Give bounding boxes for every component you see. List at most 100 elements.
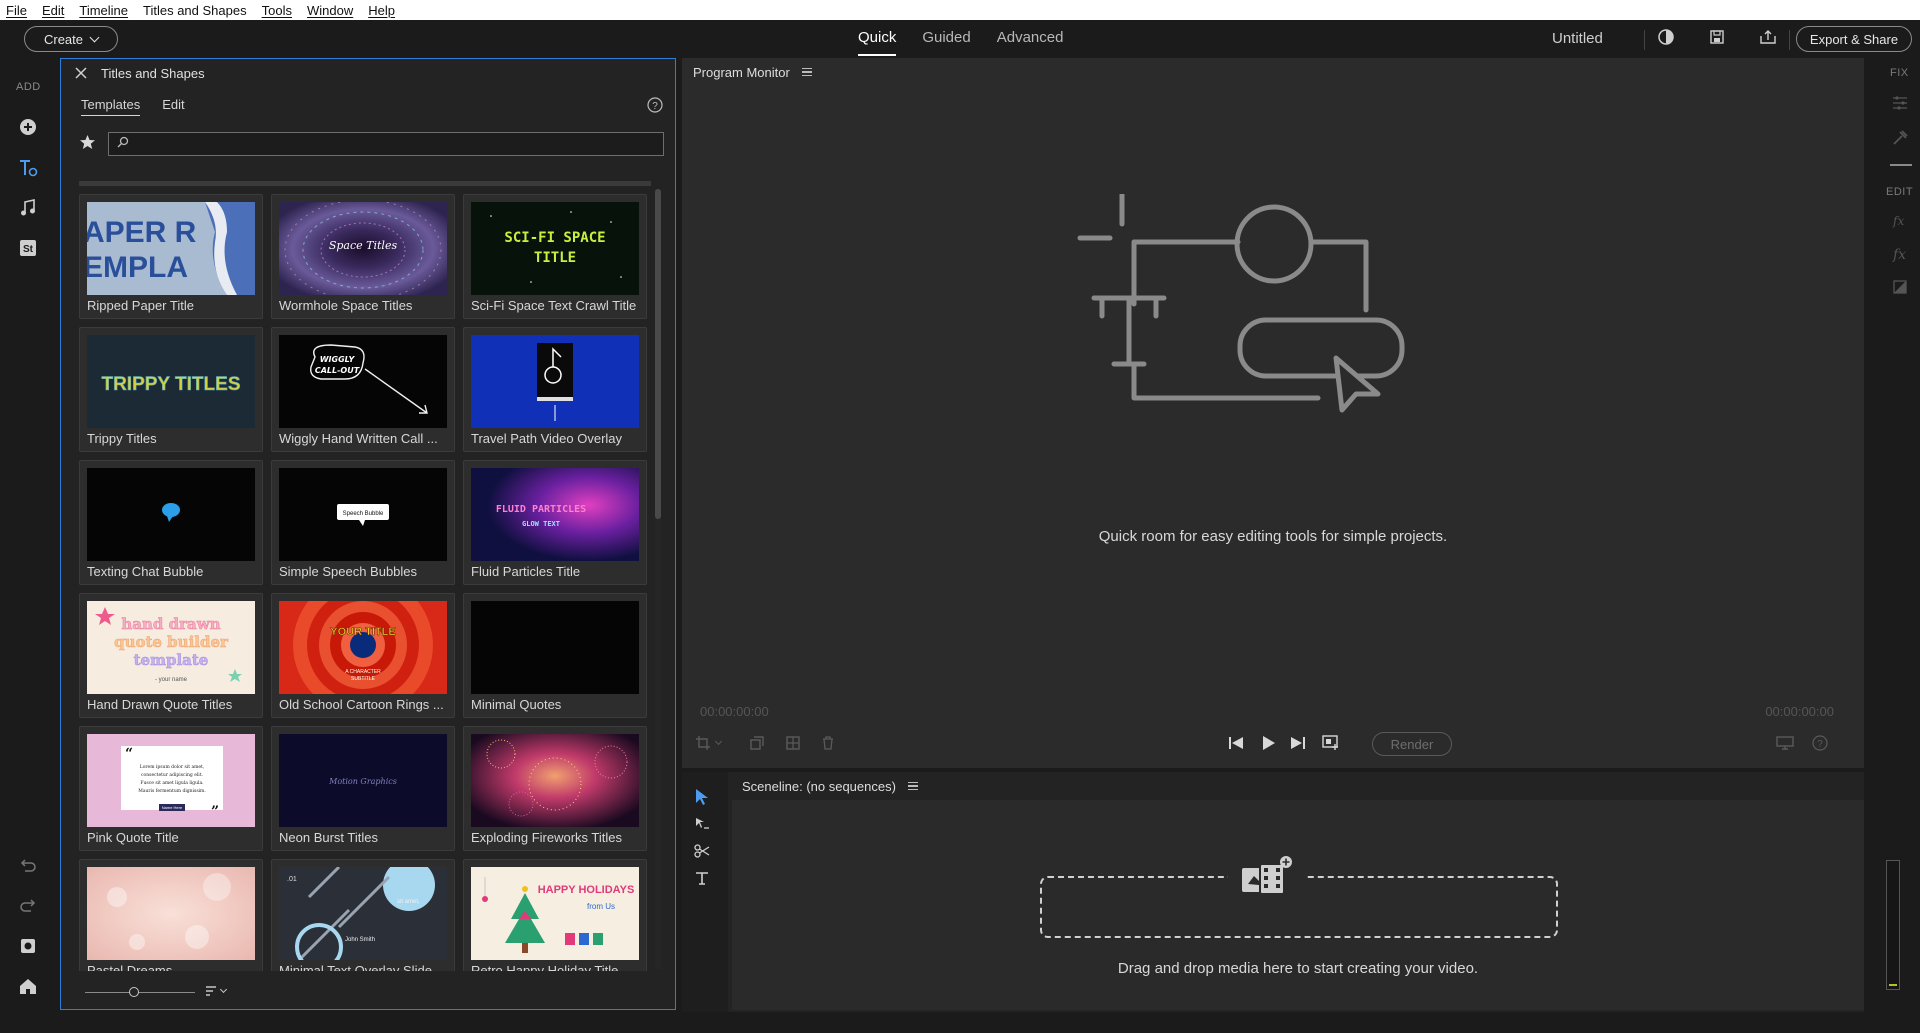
add-media-icon[interactable] (16, 115, 40, 139)
template-name: Texting Chat Bubble (87, 564, 204, 579)
template-name: Exploding Fireworks Titles (471, 830, 622, 845)
chevron-down-icon (89, 32, 100, 42)
template-card[interactable]: Space Titles Wormhole Space Titles (271, 194, 455, 319)
menu-timeline[interactable]: Timeline (79, 3, 128, 18)
template-name: Simple Speech Bubbles (279, 564, 418, 579)
template-name: Trippy Titles (87, 431, 157, 446)
sort-menu[interactable] (205, 985, 228, 997)
template-card[interactable]: APER R EMPLA Ripped Paper Title (79, 194, 263, 319)
stock-icon[interactable]: St (16, 236, 40, 260)
redo-icon[interactable] (16, 894, 40, 918)
crop-tool[interactable] (696, 736, 723, 750)
add-media-icon (1242, 856, 1292, 895)
menu-tools[interactable]: Tools (262, 3, 292, 18)
svg-text:- your name: - your name (155, 677, 188, 683)
search-input[interactable] (108, 132, 664, 156)
next-frame-icon[interactable] (1290, 736, 1306, 755)
template-card[interactable]: YOUR TITLE A CHARACTER SUBTITLE Old Scho… (271, 593, 455, 718)
mode-advanced[interactable]: Advanced (997, 20, 1064, 58)
play-icon[interactable] (1262, 736, 1276, 755)
template-card[interactable]: hand drawn quote builder template - your… (79, 593, 263, 718)
template-name: Retro Happy Holiday Title (471, 963, 619, 971)
template-card[interactable]: Exploding Fireworks Titles (463, 726, 647, 851)
template-card[interactable]: Speech Bubble Simple Speech Bubbles (271, 460, 455, 585)
audio-level-meter (1886, 860, 1900, 990)
svg-text:SCI-FI SPACE: SCI-FI SPACE (504, 230, 605, 246)
svg-text:John Smith: John Smith (345, 937, 375, 943)
template-name: Minimal Text Overlay Slide... (279, 963, 443, 971)
create-button[interactable]: Create (24, 26, 118, 52)
titles-icon[interactable] (16, 156, 40, 180)
menu-file[interactable]: File (6, 3, 27, 18)
panel-menu-icon[interactable] (801, 68, 812, 76)
star-favorites-icon[interactable] (79, 134, 96, 155)
panel-header: Titles and Shapes (61, 59, 675, 87)
menu-window[interactable]: Window (307, 3, 353, 18)
previous-frame-icon[interactable] (1228, 736, 1244, 755)
template-card[interactable]: HAPPY HOLIDAYS from Us Retro Happy Holid… (463, 859, 647, 971)
add-media-drop-icon-wrap (1228, 848, 1304, 904)
tab-edit[interactable]: Edit (162, 97, 184, 116)
template-name: Fluid Particles Title (471, 564, 581, 579)
mode-quick[interactable]: Quick (858, 20, 897, 58)
tools-icon[interactable] (1892, 130, 1908, 151)
sceneline-header: Sceneline: (no sequences) (732, 772, 1864, 800)
top-bar: Create Quick Guided Advanced Untitled Ex… (0, 20, 1920, 58)
track-select-icon[interactable] (694, 816, 710, 837)
thumbnail-size-slider[interactable] (85, 987, 195, 997)
mode-guided[interactable]: Guided (922, 20, 970, 58)
template-name: Sci-Fi Space Text Crawl Title (471, 298, 637, 313)
close-icon[interactable] (75, 67, 87, 79)
menu-titles-and-shapes[interactable]: Titles and Shapes (143, 3, 247, 18)
snapshot-icon[interactable] (1322, 735, 1340, 756)
template-thumbnail: SCI-FI SPACE TITLE (471, 202, 639, 295)
template-card[interactable]: Minimal Quotes (463, 593, 647, 718)
contrast-icon[interactable] (1657, 28, 1675, 51)
share-icon[interactable] (1759, 29, 1777, 50)
template-card[interactable]: SCI-FI SPACE TITLE Sci-Fi Space Text Cra… (463, 194, 647, 319)
save-icon[interactable] (1709, 29, 1725, 50)
grid-scrollbar[interactable] (655, 189, 661, 969)
template-card[interactable]: Travel Path Video Overlay (463, 327, 647, 452)
svg-text:?: ? (652, 101, 658, 112)
fullscreen-preview-icon[interactable] (1776, 736, 1794, 755)
help-icon[interactable]: ? (647, 97, 663, 118)
right-rail: FIX EDIT fx fx (1866, 58, 1920, 1018)
home-icon[interactable] (16, 974, 40, 998)
template-card[interactable]: Texting Chat Bubble (79, 460, 263, 585)
template-card[interactable]: Motion Graphics Neon Burst Titles (271, 726, 455, 851)
scrollbar-thumb[interactable] (655, 189, 661, 519)
menu-edit[interactable]: Edit (42, 3, 64, 18)
scissors-icon[interactable] (694, 844, 710, 863)
panel-menu-icon[interactable] (907, 782, 918, 790)
color-icon[interactable] (1893, 280, 1907, 299)
render-button[interactable]: Render (1372, 732, 1452, 756)
svg-text:A CHARACTER: A CHARACTER (345, 669, 381, 675)
delete-icon[interactable] (822, 736, 834, 755)
template-card[interactable]: “ Lorem ipsum dolor sit amet, consectetu… (79, 726, 263, 851)
undo-icon[interactable] (16, 854, 40, 878)
effects-icon[interactable]: fx (1892, 214, 1908, 233)
slider-handle[interactable] (129, 987, 139, 997)
template-card[interactable]: .01 sit amet, John Smith Minimal Text Ov… (271, 859, 455, 971)
copy-icon[interactable] (750, 736, 764, 755)
adjustments-icon[interactable] (1892, 96, 1908, 115)
help-icon[interactable]: ? (1812, 735, 1828, 756)
template-thumbnail: Space Titles (279, 202, 447, 295)
svg-text:from Us: from Us (587, 902, 615, 911)
template-card[interactable]: FLUID PARTICLES GLOW TEXT Fluid Particle… (463, 460, 647, 585)
selection-tool-icon[interactable] (694, 788, 710, 811)
organizer-icon[interactable] (16, 934, 40, 958)
music-icon[interactable] (16, 196, 40, 220)
template-card[interactable]: Pastel Dreams (79, 859, 263, 971)
grid-icon[interactable] (786, 736, 800, 755)
export-share-button[interactable]: Export & Share (1796, 26, 1912, 52)
template-card[interactable]: TRIPPY TITLES Trippy Titles (79, 327, 263, 452)
tab-templates[interactable]: Templates (81, 97, 141, 116)
text-tool-icon[interactable] (695, 871, 709, 890)
fix-label: FIX (1890, 67, 1909, 79)
applied-effects-icon[interactable]: fx (1892, 246, 1908, 267)
menu-help[interactable]: Help (368, 3, 395, 18)
svg-text:fx: fx (1892, 247, 1906, 262)
template-card[interactable]: WIGGLY CALL-OUT Wiggly Hand Written Call… (271, 327, 455, 452)
